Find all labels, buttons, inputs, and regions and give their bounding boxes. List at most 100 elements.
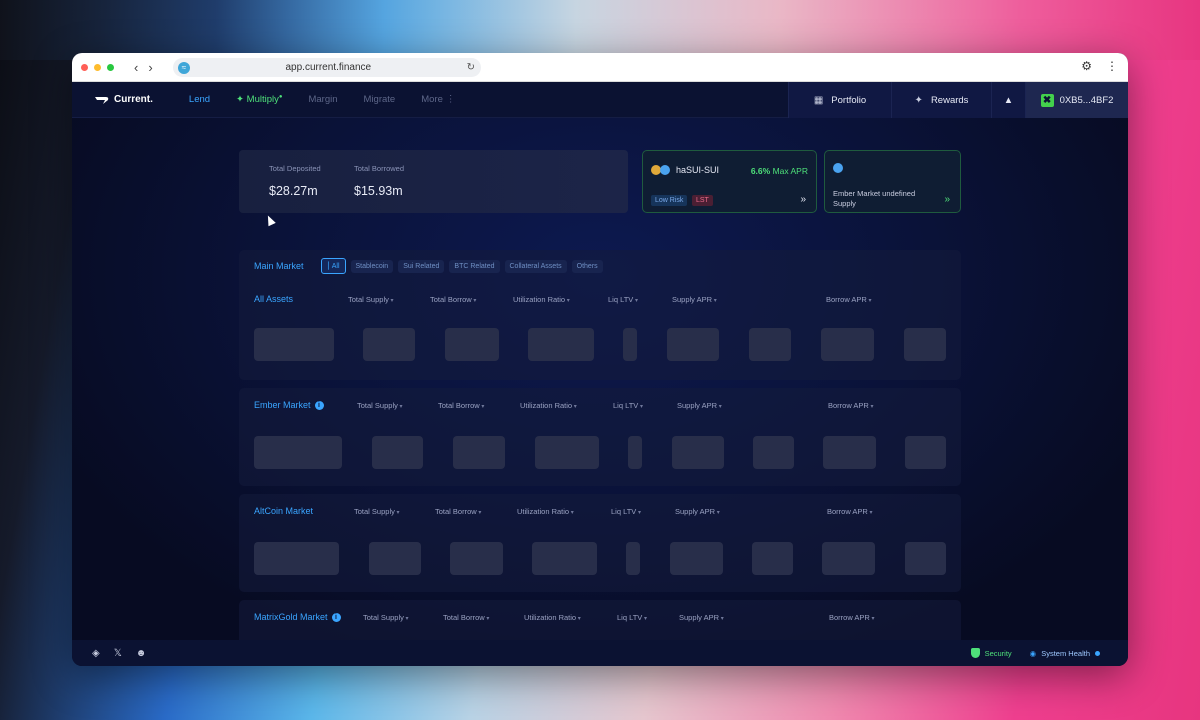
promo-card-ember[interactable]: Ember Market undefined Supply » [824,150,961,213]
chevrons-right-icon[interactable]: » [944,194,950,205]
system-health-link[interactable]: ◉ System Health [1030,649,1100,658]
col-borrow-apr[interactable]: Borrow APR [828,401,874,410]
col-utilization[interactable]: Utilization Ratio [517,507,574,516]
docs-icon[interactable]: ◈ [92,648,100,659]
filter-chip-collateral[interactable]: Collateral Assets [504,259,567,273]
market-section-title: AltCoin Market [254,506,313,516]
portfolio-button[interactable]: ▦ Portfolio [788,82,891,118]
market-panel-ember: Ember Market i Total Supply Total Borrow… [239,388,961,486]
filter-chip-stablecoin[interactable]: Stablecoin [350,259,394,273]
skeleton-cell [372,436,423,469]
info-icon[interactable]: i [331,612,341,622]
security-link[interactable]: Security [970,648,1012,658]
skeleton-cell [532,542,597,575]
col-total-borrow[interactable]: Total Borrow [430,295,476,304]
col-total-borrow[interactable]: Total Borrow [438,401,484,410]
nav-migrate[interactable]: Migrate [364,94,396,105]
rewards-label: Rewards [930,94,969,106]
nav-multiply-label: Multiply [246,94,279,106]
security-label: Security [984,648,1012,658]
mouse-cursor [264,213,276,227]
forward-icon[interactable]: › [148,60,152,75]
market-panel-main: Main Market ⎮ All Stablecoin Sui Related… [239,250,961,380]
x-twitter-icon[interactable]: 𝕏 [114,648,122,659]
nav-multiply[interactable]: ✦ Multiply● [236,94,282,105]
market-section-title: MatrixGold Market i [254,612,341,622]
col-utilization[interactable]: Utilization Ratio [520,401,577,410]
wallet-button[interactable]: ✖ 0XB5...4BF2 [1025,82,1128,118]
discord-icon[interactable]: ☻ [136,648,147,659]
sparkle-icon: ✦ [914,94,923,106]
total-deposited-value: $28.27m [269,184,318,198]
nav-more[interactable]: More ⋮ [421,94,455,105]
total-borrowed-label: Total Borrowed [354,164,405,173]
browser-menu-icon[interactable]: ⋮ [1106,59,1118,73]
col-total-supply[interactable]: Total Supply [363,613,409,622]
col-total-supply[interactable]: Total Supply [354,507,400,516]
grid-icon: ▦ [813,94,824,106]
col-borrow-apr[interactable]: Borrow APR [829,613,875,622]
col-borrow-apr[interactable]: Borrow APR [827,507,873,516]
skeleton-cell [823,436,876,469]
logo-icon [95,96,109,104]
col-supply-apr[interactable]: Supply APR [675,507,720,516]
col-total-borrow[interactable]: Total Borrow [435,507,481,516]
wallet-address: 0XB5...4BF2 [1059,94,1114,106]
col-supply-apr[interactable]: Supply APR [677,401,722,410]
col-utilization[interactable]: Utilization Ratio [513,295,570,304]
info-icon[interactable]: i [314,400,324,410]
skeleton-cell [445,328,499,361]
col-supply-apr[interactable]: Supply APR [672,295,717,304]
filter-chip-btc[interactable]: BTC Related [449,259,500,273]
filter-chip-sui[interactable]: Sui Related [398,259,445,273]
reload-icon[interactable]: ↻ [467,62,475,73]
ember-coin-icon [833,163,843,173]
nav-lend[interactable]: Lend [189,94,210,105]
portfolio-label: Portfolio [831,94,867,106]
skeleton-cell [453,436,505,469]
logo[interactable]: Current. [94,94,153,105]
system-health-label: System Health [1041,648,1090,658]
col-borrow-apr[interactable]: Borrow APR [826,295,872,304]
filter-chip-all[interactable]: ⎮ All [320,258,346,274]
col-utilization[interactable]: Utilization Ratio [524,613,581,622]
close-window-button[interactable] [81,63,88,71]
filter-chip-all-label: All [331,263,340,270]
col-liq-ltv[interactable]: Liq LTV [608,295,638,304]
col-liq-ltv[interactable]: Liq LTV [611,507,641,516]
market-name: Ember Market [254,400,311,410]
wallet-avatar-icon: ✖ [1040,93,1054,107]
minimize-window-button[interactable] [94,63,101,71]
chevrons-right-icon[interactable]: » [800,194,806,205]
skeleton-cell [626,542,640,575]
rewards-button[interactable]: ✦ Rewards [891,82,991,118]
network-button[interactable]: ▲ [991,82,1025,118]
col-total-supply[interactable]: Total Supply [357,401,403,410]
site-favicon-icon: ≈ [178,61,190,74]
skeleton-cell [628,436,642,469]
promo-apr: 6.6% Max APR [751,166,808,176]
market-panel-altcoin: AltCoin Market Total Supply Total Borrow… [239,494,961,592]
col-liq-ltv[interactable]: Liq LTV [617,613,647,622]
col-supply-apr[interactable]: Supply APR [679,613,724,622]
extensions-icon[interactable]: ⚙ [1081,59,1092,73]
skeleton-cell [904,328,946,361]
total-borrowed: Total Borrowed $15.93m [354,164,404,198]
col-liq-ltv[interactable]: Liq LTV [613,401,643,410]
maximize-window-button[interactable] [107,63,114,71]
url-text: app.current.finance [285,62,372,73]
col-total-borrow[interactable]: Total Borrow [443,613,489,622]
col-total-supply[interactable]: Total Supply [348,295,394,304]
promo-card-hasui[interactable]: haSUI-SUI 6.6% Max APR Low Risk LST » [642,150,817,213]
skeleton-cell [821,328,874,361]
skeleton-cell [749,328,791,361]
skeleton-cell [905,542,946,575]
back-icon[interactable]: ‹ [134,60,138,75]
nav-margin[interactable]: Margin [308,94,337,105]
skeleton-cell [753,436,794,469]
total-deposited: Total Deposited $28.27m [269,164,321,198]
filter-chip-others[interactable]: Others [571,259,603,273]
address-bar[interactable]: ≈ app.current.finance ↻ [173,58,481,77]
market-title: Main Market [254,261,304,271]
risk-badge: Low Risk [651,195,688,206]
